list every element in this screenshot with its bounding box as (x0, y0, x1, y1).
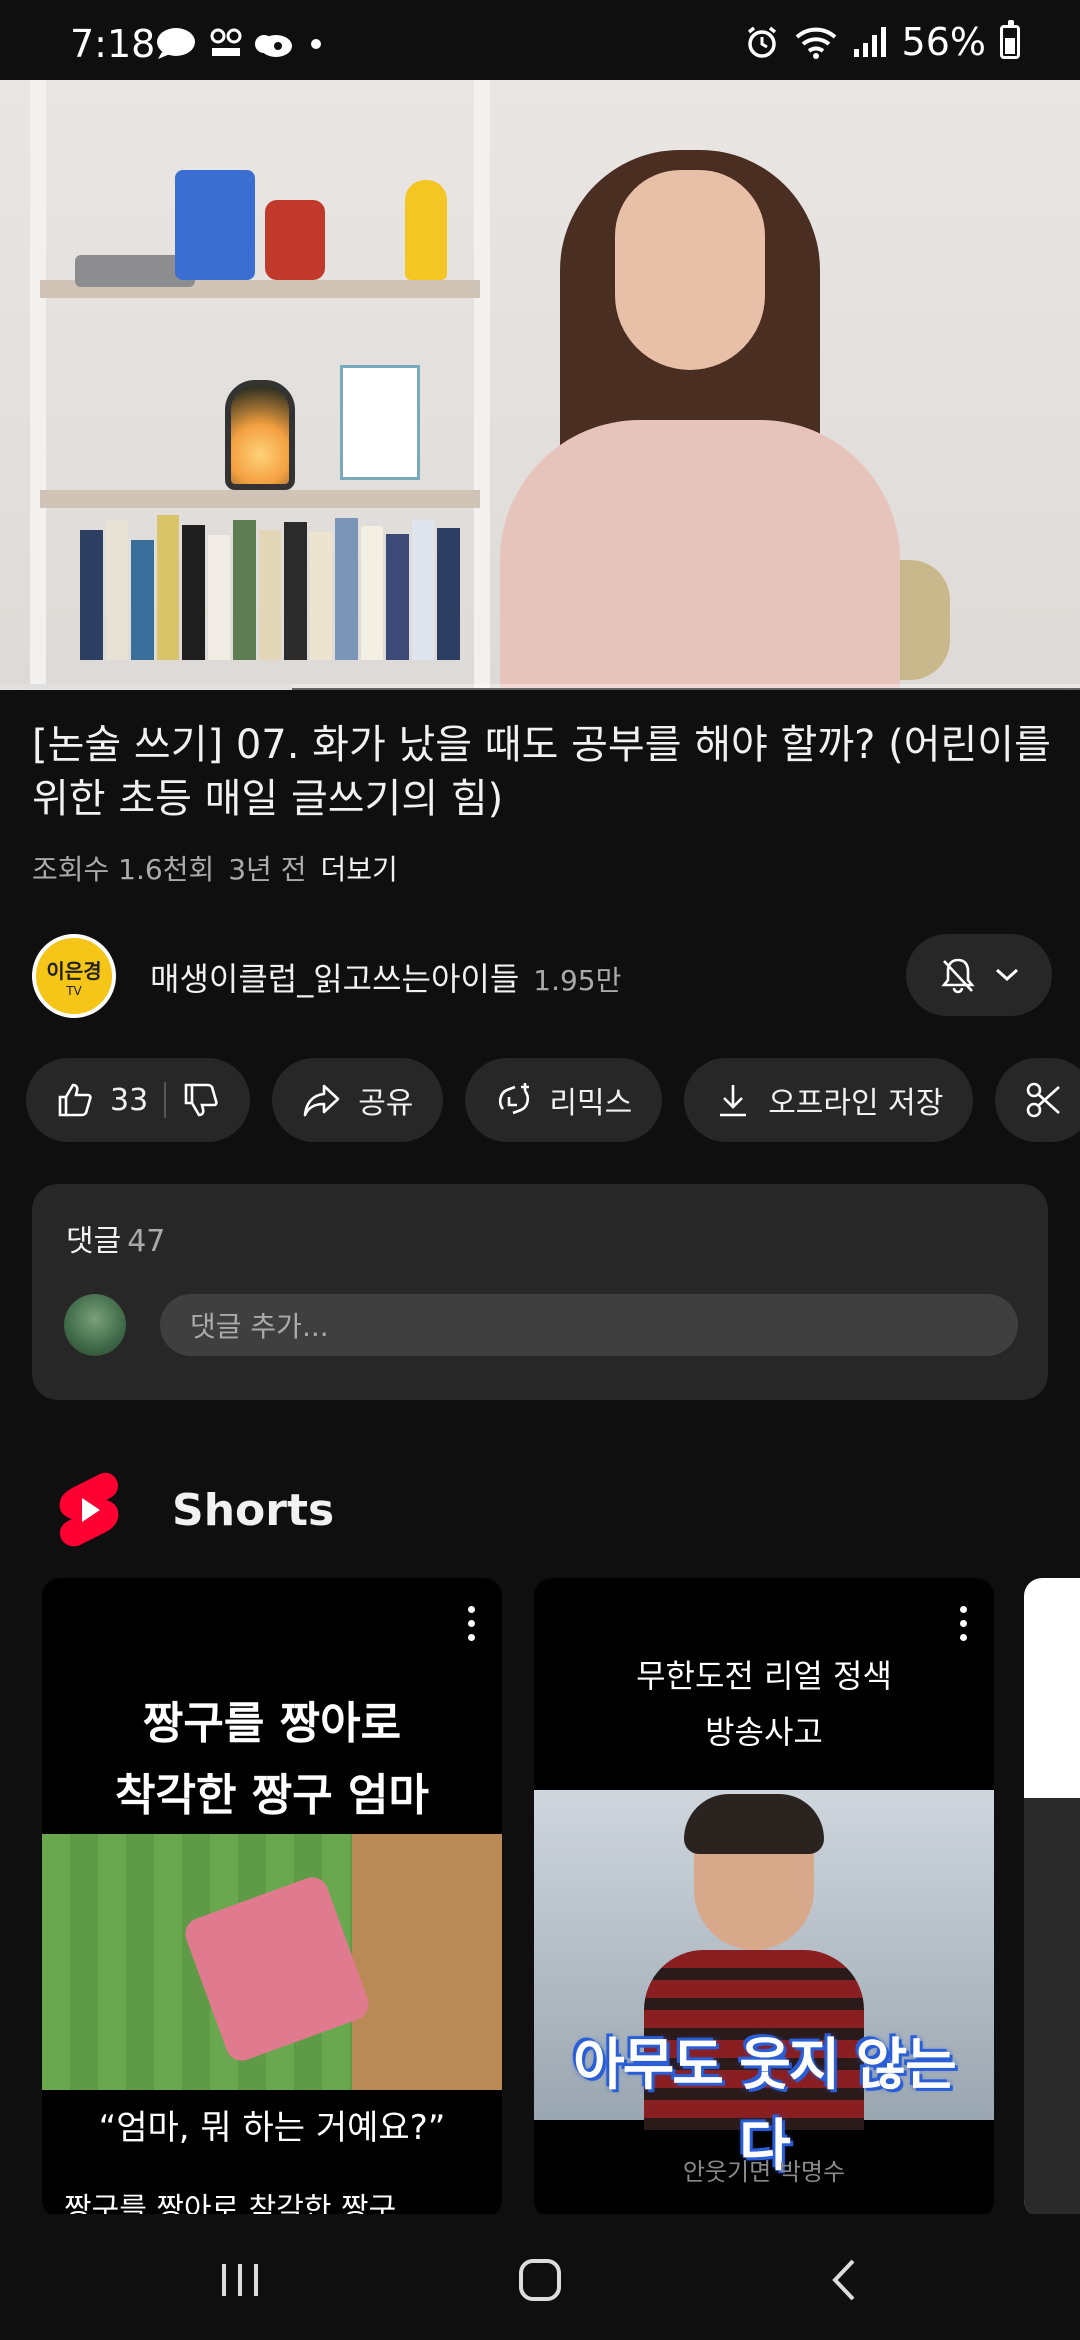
channel-name: 매생이클럽_읽고쓰는아이들 (150, 960, 520, 998)
video-title[interactable]: [논술 쓰기] 07. 화가 났을 때도 공부를 해야 할까? (어린이를 위한… (32, 718, 1052, 826)
short-overlay-title: 짱구를 짱아로 착각한 짱구 엄마 (42, 1688, 502, 1832)
channel-name-row[interactable]: 매생이클럽_읽고쓰는아이들 1.95만 (150, 954, 621, 1000)
short-card[interactable]: 무한도전 리얼 정색 방송사고 아무도 웃지 않는다 안웃기면 박명수 (534, 1578, 994, 2218)
share-icon (303, 1084, 340, 1117)
video-meta[interactable]: 조회수 1.6천회 3년 전 더보기 (32, 848, 398, 888)
status-time: 7:18 (70, 22, 156, 66)
share-label: 공유 (358, 1086, 414, 1121)
remix-button[interactable]: 리믹스 (465, 1058, 663, 1142)
system-navigation-bar (0, 2214, 1080, 2340)
wifi-icon (795, 27, 836, 59)
short-title-line: 방송사고 (705, 1713, 823, 1751)
battery-percent: 56% (901, 20, 986, 64)
comments-header: 댓글 47 (66, 1216, 165, 1260)
back-icon (832, 2259, 855, 2301)
short-caption: 안웃기면 박명수 (682, 2158, 846, 2186)
subscription-bell-button[interactable] (906, 934, 1052, 1016)
alarm-icon (747, 26, 776, 58)
short-overlay-title: 무한도전 리얼 정색 방송사고 (534, 1648, 994, 1760)
divider (164, 1082, 167, 1118)
lego-figure (175, 170, 255, 280)
toy-figure (265, 200, 325, 280)
more-button[interactable]: 더보기 (320, 848, 397, 888)
short-thumbnail: 아무도 웃지 않는다 (534, 1790, 994, 2179)
short-caption: 짱구를 짱아로 착각한 짱구 (64, 2192, 397, 2218)
shorts-logo-icon (59, 1472, 119, 1547)
short-card[interactable]: 짱구를 짱아로 착각한 짱구 엄마 “엄마, 뭐 하는 거예요?” 짱구를 짱아… (42, 1578, 502, 2218)
short-thumbnail (1024, 1798, 1080, 2218)
remix-label: 리믹스 (549, 1086, 633, 1121)
short-title-line: 착각한 짱구 엄마 (115, 1770, 429, 1821)
action-bar: 33 공유 리믹스 오프라인 저장 (26, 1058, 1080, 1142)
download-icon (720, 1085, 747, 1117)
like-dislike-button[interactable]: 33 (26, 1058, 251, 1142)
subscriber-count: 1.95만 (533, 964, 622, 997)
cloud-icon (255, 35, 292, 57)
remix-icon (499, 1083, 530, 1115)
comments-count: 47 (127, 1224, 166, 1259)
recent-apps-button[interactable] (210, 2250, 270, 2310)
avatar-text: 이은경 (46, 958, 102, 983)
clip-button[interactable] (995, 1058, 1080, 1142)
action-bar-viewport: 33 공유 리믹스 오프라인 저장 (0, 1058, 1080, 1142)
battery-icon (1000, 20, 1020, 59)
desk-calendar (340, 365, 420, 480)
thumbs-up-icon[interactable] (56, 1081, 94, 1119)
candle-lamp (225, 380, 295, 490)
short-title-line: 짱구를 짱아로 (142, 1698, 402, 1749)
short-card-partial[interactable] (1024, 1578, 1080, 2218)
comments-label: 댓글 (66, 1224, 122, 1259)
short-title-line: 무한도전 리얼 정색 (636, 1657, 892, 1695)
scissors-icon (1027, 1082, 1061, 1118)
download-label: 오프라인 저장 (768, 1086, 944, 1121)
chat-bubble-icon (157, 28, 195, 59)
home-button[interactable] (510, 2250, 570, 2310)
video-player[interactable] (0, 80, 1080, 688)
comments-section[interactable]: 댓글 47 댓글 추가... (32, 1184, 1048, 1400)
short-quote: “엄마, 뭐 하는 거예요?” (98, 2108, 446, 2148)
channel-row[interactable]: 이은경 TV 매생이클럽_읽고쓰는아이들 1.95만 (32, 930, 1052, 1018)
channel-avatar[interactable]: 이은경 TV (32, 934, 116, 1018)
view-count: 조회수 1.6천회 (32, 853, 215, 886)
back-button[interactable] (814, 2250, 874, 2310)
battery-level (1005, 38, 1015, 54)
more-options-icon[interactable] (468, 1606, 476, 1648)
book-row (80, 510, 460, 660)
upload-age: 3년 전 (228, 853, 307, 886)
home-icon (519, 2259, 561, 2301)
chevron-down-icon (995, 968, 1019, 982)
comment-input[interactable]: 댓글 추가... (160, 1294, 1018, 1356)
notification-dot-icon (311, 39, 321, 49)
user-avatar (64, 1294, 126, 1356)
signal-icon (853, 27, 886, 57)
shelf-board (40, 490, 480, 508)
status-bar: 7:18 56% (0, 0, 1080, 80)
like-count: 33 (110, 1082, 149, 1118)
thumbs-down-icon[interactable] (182, 1081, 220, 1119)
more-options-icon[interactable] (960, 1606, 968, 1648)
avatar-subtext: TV (66, 983, 82, 998)
presenter (500, 140, 900, 688)
download-button[interactable]: 오프라인 저장 (684, 1058, 974, 1142)
share-button[interactable]: 공유 (272, 1058, 444, 1142)
shorts-title: Shorts (172, 1484, 335, 1536)
recent-apps-icon (222, 2264, 258, 2296)
short-thumbnail (42, 1834, 502, 2090)
shorts-header: Shorts (56, 1470, 334, 1550)
minion-figure (405, 180, 447, 280)
bell-off-icon (941, 958, 975, 994)
samsung-pay-icon (210, 28, 242, 56)
